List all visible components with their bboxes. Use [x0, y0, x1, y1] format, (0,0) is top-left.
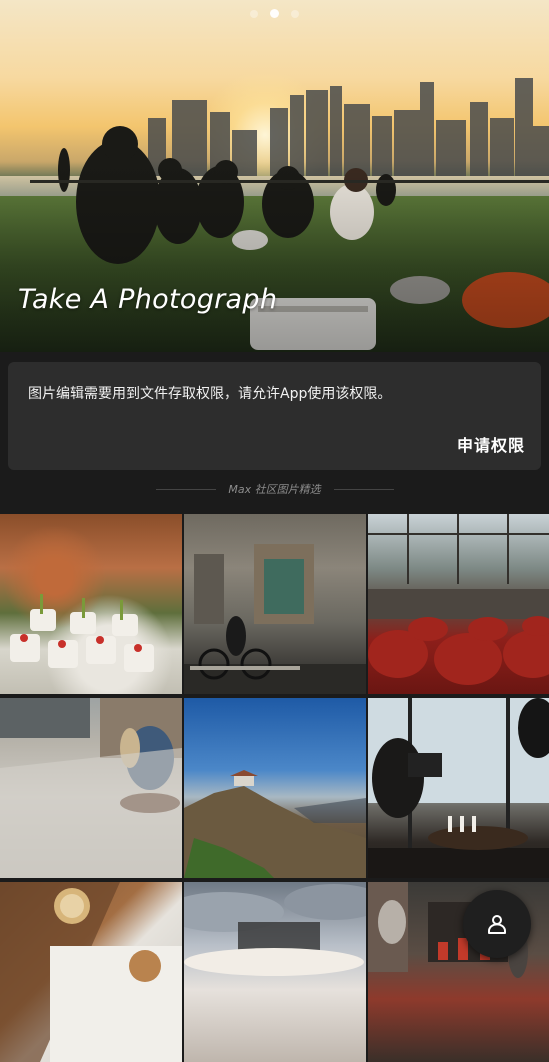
divider-line-right	[334, 489, 394, 490]
request-permission-button[interactable]: 申请权限	[457, 432, 525, 456]
carousel-dot-active[interactable]	[270, 9, 279, 18]
hero-carousel[interactable]: Take A Photograph	[0, 0, 549, 352]
gallery-tile-sidewalk-people[interactable]	[0, 698, 182, 878]
gallery-tile-stadium-seats[interactable]	[368, 514, 549, 694]
gallery-tile-mountain-lookout[interactable]	[184, 698, 366, 878]
gallery-tile-catering-food[interactable]	[0, 514, 182, 694]
carousel-indicator	[0, 3, 549, 22]
carousel-dot[interactable]	[250, 10, 258, 18]
gallery-tile-cloudy-sky[interactable]	[184, 882, 366, 1062]
person-icon	[488, 915, 506, 934]
section-label: Max 社区图片精选	[228, 483, 321, 496]
carousel-dot[interactable]	[291, 10, 299, 18]
permission-message: 图片编辑需要用到文件存取权限，请允许App使用该权限。	[28, 386, 392, 402]
gallery-tile-photographer-window[interactable]	[368, 698, 549, 878]
profile-fab-button[interactable]	[463, 890, 531, 958]
permission-card: 图片编辑需要用到文件存取权限，请允许App使用该权限。 申请权限	[8, 362, 541, 470]
gallery-tile-coffee-table[interactable]	[0, 882, 182, 1062]
hero-title: Take A Photograph	[18, 284, 278, 315]
gallery-tile-cyclist-building[interactable]	[184, 514, 366, 694]
section-divider: Max 社区图片精选	[0, 480, 549, 498]
